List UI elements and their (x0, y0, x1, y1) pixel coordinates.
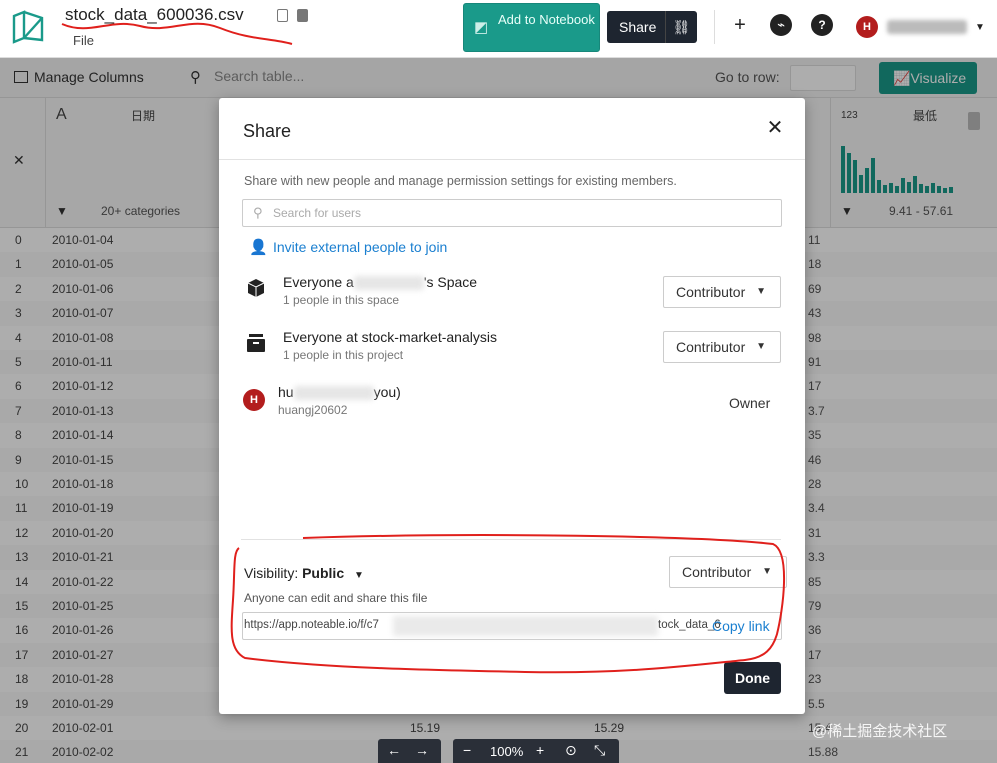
member-name: Everyone at stock-market-analysis (283, 329, 497, 345)
history-controls: ← → (378, 739, 441, 763)
role-select[interactable]: Contributor ▼ (663, 276, 781, 308)
dialog-divider (219, 159, 805, 160)
zoom-level: 100% (490, 744, 524, 759)
share-button-label: Share (619, 19, 657, 35)
dialog-description: Share with new people and manage permiss… (244, 174, 677, 188)
arrow-right-icon[interactable]: → (415, 742, 429, 758)
dialog-divider (241, 539, 781, 540)
member-name-end: you) (373, 384, 401, 400)
copy-link-icon[interactable]: ⛓ (665, 11, 697, 43)
member-name: hu you) (278, 384, 401, 401)
add-to-notebook-button[interactable]: ◩ Add to Notebook (463, 3, 600, 52)
visibility-value: Public (302, 565, 345, 581)
zoom-controls: − 100% + ⊙ ⤡ (453, 739, 619, 763)
close-icon[interactable]: ✕ (765, 118, 785, 138)
visibility-description: Anyone can edit and share this file (244, 591, 428, 605)
member-row-space: Everyone a 's Space 1 people in this spac… (243, 271, 783, 315)
archive-box-icon (243, 332, 269, 358)
member-subtitle: 1 people in this space (283, 293, 400, 307)
role-select-value: Contributor (682, 564, 752, 580)
toolbar-divider (714, 10, 715, 44)
notebook-icon: ◩ (474, 19, 489, 36)
plus-icon[interactable]: + (729, 14, 751, 36)
add-to-notebook-label: Add to Notebook (498, 12, 595, 27)
owner-role-label: Owner (729, 395, 771, 411)
watermark: @稀土掘金技术社区 (812, 723, 948, 740)
add-user-icon: 👤 (249, 239, 268, 256)
dialog-title: Share (243, 121, 292, 141)
zoom-in-icon[interactable]: + (536, 742, 544, 758)
member-subtitle: huangj20602 (278, 403, 348, 417)
caret-down-icon: ▼ (354, 570, 364, 581)
download-icon[interactable]: ⊙ (565, 742, 577, 759)
copy-link-button[interactable]: Copy link (712, 618, 770, 634)
share-dialog: Share ✕ Share with new people and manage… (219, 98, 805, 714)
help-icon[interactable]: ? (811, 14, 833, 36)
user-avatar[interactable]: H (856, 16, 878, 38)
redacted-link (393, 616, 658, 636)
role-select-value: Contributor (676, 339, 746, 355)
role-select-value: Contributor (676, 284, 746, 300)
redacted-text (293, 386, 374, 401)
member-row-owner: H hu you) huangj20602 (243, 381, 783, 425)
invite-external-link[interactable]: 👤 Invite external people to join (249, 239, 448, 256)
member-name-start: hu (278, 384, 294, 400)
search-icon: ⚲ (253, 205, 263, 220)
invite-external-label: Invite external people to join (273, 239, 448, 255)
red-underline-annotation (61, 22, 293, 45)
role-select[interactable]: Contributor ▼ (663, 331, 781, 363)
member-name: Everyone a 's Space (283, 274, 478, 291)
app-top-bar: stock_data_600036.csv File ◩ Add to Note… (0, 0, 997, 58)
caret-down-icon: ▼ (756, 286, 766, 297)
user-name-redacted (887, 20, 967, 34)
share-link-field[interactable]: https://app.noteable.io/f/c7 tock_data_6… (242, 612, 782, 640)
activity-icon[interactable]: ⌁ (770, 14, 792, 36)
share-link-start: https://app.noteable.io/f/c7 (244, 619, 379, 631)
share-button[interactable]: Share ⛓ (607, 11, 697, 43)
user-search-input[interactable] (242, 199, 782, 227)
chevron-down-icon[interactable]: ▼ (975, 22, 985, 33)
collapse-icon[interactable]: ⤡ (594, 742, 605, 759)
caret-down-icon: ▼ (762, 566, 772, 577)
cube-icon (243, 277, 269, 303)
caret-down-icon: ▼ (756, 341, 766, 352)
zoom-out-icon[interactable]: − (463, 742, 471, 758)
visibility-label: Visibility: (244, 565, 299, 581)
member-name-end: 's Space (423, 274, 478, 290)
member-name-start: Everyone a (283, 274, 354, 290)
visibility-role-select[interactable]: Contributor ▼ (669, 556, 787, 588)
arrow-left-icon[interactable]: ← (387, 742, 401, 758)
member-row-project: Everyone at stock-market-analysis 1 peop… (243, 326, 783, 370)
member-subtitle: 1 people in this project (283, 348, 404, 362)
done-button[interactable]: Done (724, 662, 781, 694)
visibility-dropdown[interactable]: Visibility: Public ▼ (244, 565, 364, 581)
redacted-text (353, 276, 424, 291)
noteable-logo-icon[interactable] (10, 8, 46, 44)
member-avatar: H (243, 389, 265, 411)
